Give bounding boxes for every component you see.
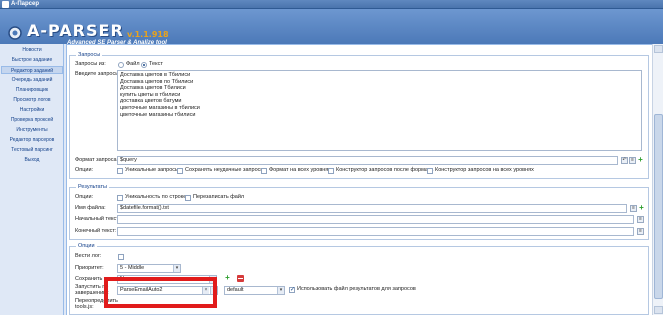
source-text-label: Текст [149,61,163,67]
unique-by-line-checkbox[interactable] [117,195,123,201]
query-format-input[interactable]: $query [117,156,618,165]
vertical-scrollbar[interactable] [652,44,663,315]
start-text-label: Начальный текст: [75,216,121,222]
log-checkbox[interactable] [118,254,124,260]
use-results-checkbox[interactable] [289,286,295,293]
highlight-box [104,277,217,308]
unique-queries-checkbox[interactable] [117,168,123,174]
start-text-input[interactable] [117,215,634,224]
priority-select[interactable]: 5 - Middle ▾ [117,264,181,273]
chevron-down-icon[interactable]: ▾ [277,287,284,294]
query-format-label: Формат запроса: [75,157,119,163]
filename-list-icon[interactable]: ≡ [630,205,637,212]
filename-label: Имя файла: [75,205,106,211]
query-line: цветочные магазины в тбилиси [120,104,200,111]
sidebar-item-exit[interactable]: Выход [1,156,63,164]
use-results-label: Использовать файл результатов для запрос… [297,286,416,292]
query-line: купить цветы в тбилиси [120,91,181,98]
queries-legend: Запросы [76,52,103,59]
results-options-label: Опции: [75,194,94,200]
log-label: Вести лог: [75,253,102,259]
sidebar-item-settings[interactable]: Настройки [1,106,63,114]
sidebar-item-scheduler[interactable]: Планировщик [1,86,63,94]
results-legend: Результаты [76,184,109,191]
save-failed-label: Сохранять неудачные запросы [185,167,265,173]
preset-value: default [227,287,244,293]
format-undo-icon[interactable]: ↶ [621,157,628,164]
builder-all-levels-label: Конструктор запросов на всех уровнях [435,167,534,173]
queries-textarea[interactable]: Доставка цветов в Тбилиси Доставка цвето… [117,70,642,151]
sidebar: Новости Быстрое задание Редактор заданий… [0,44,64,315]
scroll-down-icon[interactable] [654,306,663,314]
sidebar-item-logs[interactable]: Просмотр логов [1,96,63,104]
overwrite-file-label: Перезаписать файл [193,194,245,200]
options-legend: Опции [76,243,97,250]
sidebar-item-test-parsing[interactable]: Тестовый парсинг [1,146,63,154]
logo-version: v.1.1.918 [127,30,169,39]
remove-option-icon[interactable] [237,275,244,282]
builder-all-levels-checkbox[interactable] [427,168,433,174]
logo-gear-icon [8,26,22,40]
builder-after-format-checkbox[interactable] [328,168,334,174]
add-filename-icon[interactable]: + [638,204,645,212]
filename-input[interactable]: $datefile.format().txt [117,204,627,213]
logo-name: A-PARSER [27,21,124,40]
scroll-up-icon[interactable] [654,45,663,53]
end-text-input[interactable] [117,227,634,236]
builder-after-format-label: Конструктор запросов после формата [336,167,434,173]
unique-queries-label: Уникальные запросы [125,167,179,173]
end-text-list-icon[interactable]: ≡ [637,228,644,235]
source-file-label: Файл [126,61,140,67]
query-line: цветочные магазины тбилиси [120,111,196,118]
query-options-label: Опции: [75,167,94,173]
sidebar-item-quick-task[interactable]: Быстрое задание [1,56,63,64]
sidebar-item-tools[interactable]: Инструменты [1,126,63,134]
format-all-levels-label: Формат на всех уровнях [269,167,332,173]
add-format-icon[interactable]: + [637,156,644,164]
source-file-radio[interactable] [118,62,124,68]
query-line: Доставка цветов в Тбилиси [120,72,191,78]
sidebar-item-task-queue[interactable]: Очередь заданий [1,76,63,84]
scroll-thumb[interactable] [654,114,663,299]
priority-value: 5 - Middle [120,265,145,271]
start-text-list-icon[interactable]: ≡ [637,216,644,223]
app-header: A-PARSER v.1.1.918 Advanced SE Parser & … [0,9,663,46]
query-line: доставка цветов батуми [120,98,182,105]
sidebar-item-proxy-check[interactable]: Проверка проксей [1,116,63,124]
sidebar-item-news[interactable]: Новости [1,46,63,54]
queries-source-label: Запросы из: [75,61,106,67]
unique-by-line-label: Уникальность по строке [125,194,187,200]
add-option-icon[interactable]: + [224,274,231,282]
source-text-radio[interactable] [141,62,147,68]
preset-select[interactable]: default ▾ [224,286,285,295]
overwrite-file-checkbox[interactable] [185,195,191,201]
sidebar-item-parser-editor[interactable]: Редактор парсеров [1,136,63,144]
format-list-icon[interactable]: ≡ [629,157,636,164]
query-line: Доставка цветов Тбилиси [120,85,186,92]
format-all-levels-checkbox[interactable] [261,168,267,174]
sidebar-item-task-editor[interactable]: Редактор заданий [1,66,63,74]
window-title: A-Парсер [11,1,39,7]
title-bar: A-Парсер [0,0,663,9]
query-line: Доставка цветов по Тбилиси [120,78,194,85]
priority-label: Приоритет: [75,265,104,271]
app-icon [2,1,9,8]
end-text-label: Конечный текст: [75,228,117,234]
queries-enter-label: Введите запросы: [75,71,121,77]
save-failed-checkbox[interactable] [177,168,183,174]
chevron-down-icon[interactable]: ▾ [173,265,180,272]
